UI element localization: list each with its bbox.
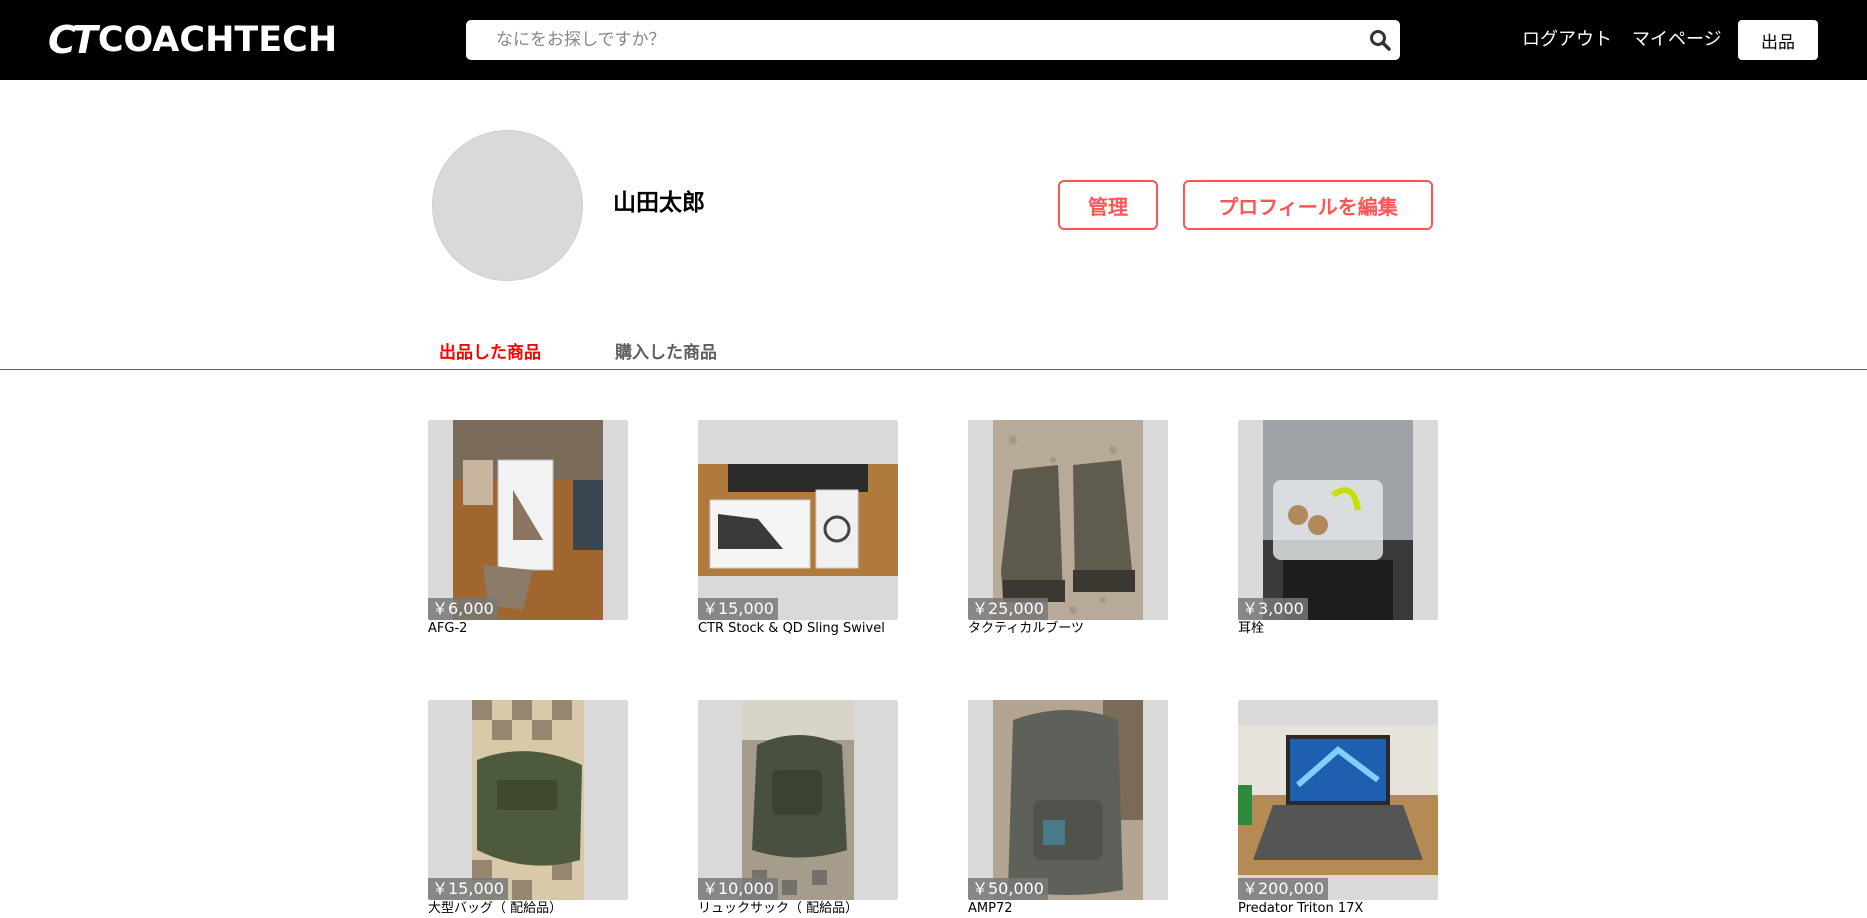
- item-thumbnail[interactable]: ￥25,000: [968, 420, 1168, 620]
- search-icon[interactable]: [1368, 28, 1392, 52]
- item-card[interactable]: ￥15,000 CTR Stock & QD Sling Swivel: [698, 420, 898, 638]
- item-thumbnail[interactable]: ￥200,000: [1238, 700, 1438, 900]
- item-price: ￥10,000: [698, 878, 778, 900]
- item-name: タクティカルブーツ: [968, 621, 1084, 636]
- tab-listed-items[interactable]: 出品した商品: [439, 342, 541, 364]
- item-photo: [453, 420, 603, 620]
- top-header: CT COACHTECH ログアウト マイページ 出品: [0, 0, 1867, 80]
- item-name: CTR Stock & QD Sling Swivel: [698, 621, 885, 636]
- item-photo: [1238, 725, 1438, 875]
- username: 山田太郎: [613, 190, 705, 216]
- item-price: ￥6,000: [428, 598, 498, 620]
- item-price: ￥50,000: [968, 878, 1048, 900]
- logo-mark: CT: [48, 18, 98, 62]
- item-price: ￥3,000: [1238, 598, 1308, 620]
- item-name: 大型バッグ（ 配給品）: [428, 901, 563, 916]
- tab-purchased-items[interactable]: 購入した商品: [615, 342, 717, 364]
- item-thumbnail[interactable]: ￥15,000: [698, 420, 898, 620]
- tab-divider: [0, 369, 1867, 370]
- item-price: ￥15,000: [698, 598, 778, 620]
- item-card[interactable]: ￥6,000 AFG-2: [428, 420, 628, 638]
- item-name: AFG-2: [428, 621, 468, 636]
- logout-link[interactable]: ログアウト: [1522, 28, 1612, 52]
- item-price: ￥200,000: [1238, 878, 1329, 900]
- logo-text: COACHTECH: [97, 20, 338, 60]
- item-card[interactable]: ￥10,000 リュックサック（ 配給品）: [698, 700, 898, 918]
- item-price: ￥25,000: [968, 598, 1048, 620]
- item-name: リュックサック（ 配給品）: [698, 901, 859, 916]
- item-thumbnail[interactable]: ￥15,000: [428, 700, 628, 900]
- avatar: [432, 130, 583, 281]
- item-card[interactable]: ￥15,000 大型バッグ（ 配給品）: [428, 700, 628, 918]
- item-photo: [698, 464, 898, 576]
- item-thumbnail[interactable]: ￥3,000: [1238, 420, 1438, 620]
- item-card[interactable]: ￥50,000 AMP72: [968, 700, 1168, 918]
- item-photo: [993, 700, 1143, 900]
- mypage-link[interactable]: マイページ: [1632, 28, 1722, 52]
- coachtech-logo[interactable]: CT COACHTECH: [48, 20, 337, 60]
- item-card[interactable]: ￥200,000 Predator Triton 17X: [1238, 700, 1438, 918]
- manage-button[interactable]: 管理: [1058, 180, 1158, 230]
- sell-button[interactable]: 出品: [1738, 20, 1818, 60]
- item-photo: [993, 420, 1143, 620]
- item-photo: [472, 700, 584, 900]
- item-thumbnail[interactable]: ￥10,000: [698, 700, 898, 900]
- item-card[interactable]: ￥25,000 タクティカルブーツ: [968, 420, 1168, 638]
- item-name: Predator Triton 17X: [1238, 901, 1364, 916]
- item-card[interactable]: ￥3,000 耳栓: [1238, 420, 1438, 638]
- search-input[interactable]: [466, 20, 1400, 60]
- item-name: 耳栓: [1238, 621, 1265, 636]
- item-thumbnail[interactable]: ￥6,000: [428, 420, 628, 620]
- edit-profile-button[interactable]: プロフィールを編集: [1183, 180, 1433, 230]
- item-name: AMP72: [968, 901, 1013, 916]
- item-photo: [1263, 420, 1413, 620]
- item-price: ￥15,000: [428, 878, 508, 900]
- item-thumbnail[interactable]: ￥50,000: [968, 700, 1168, 900]
- search-bar: [466, 20, 1400, 60]
- item-photo: [742, 700, 854, 900]
